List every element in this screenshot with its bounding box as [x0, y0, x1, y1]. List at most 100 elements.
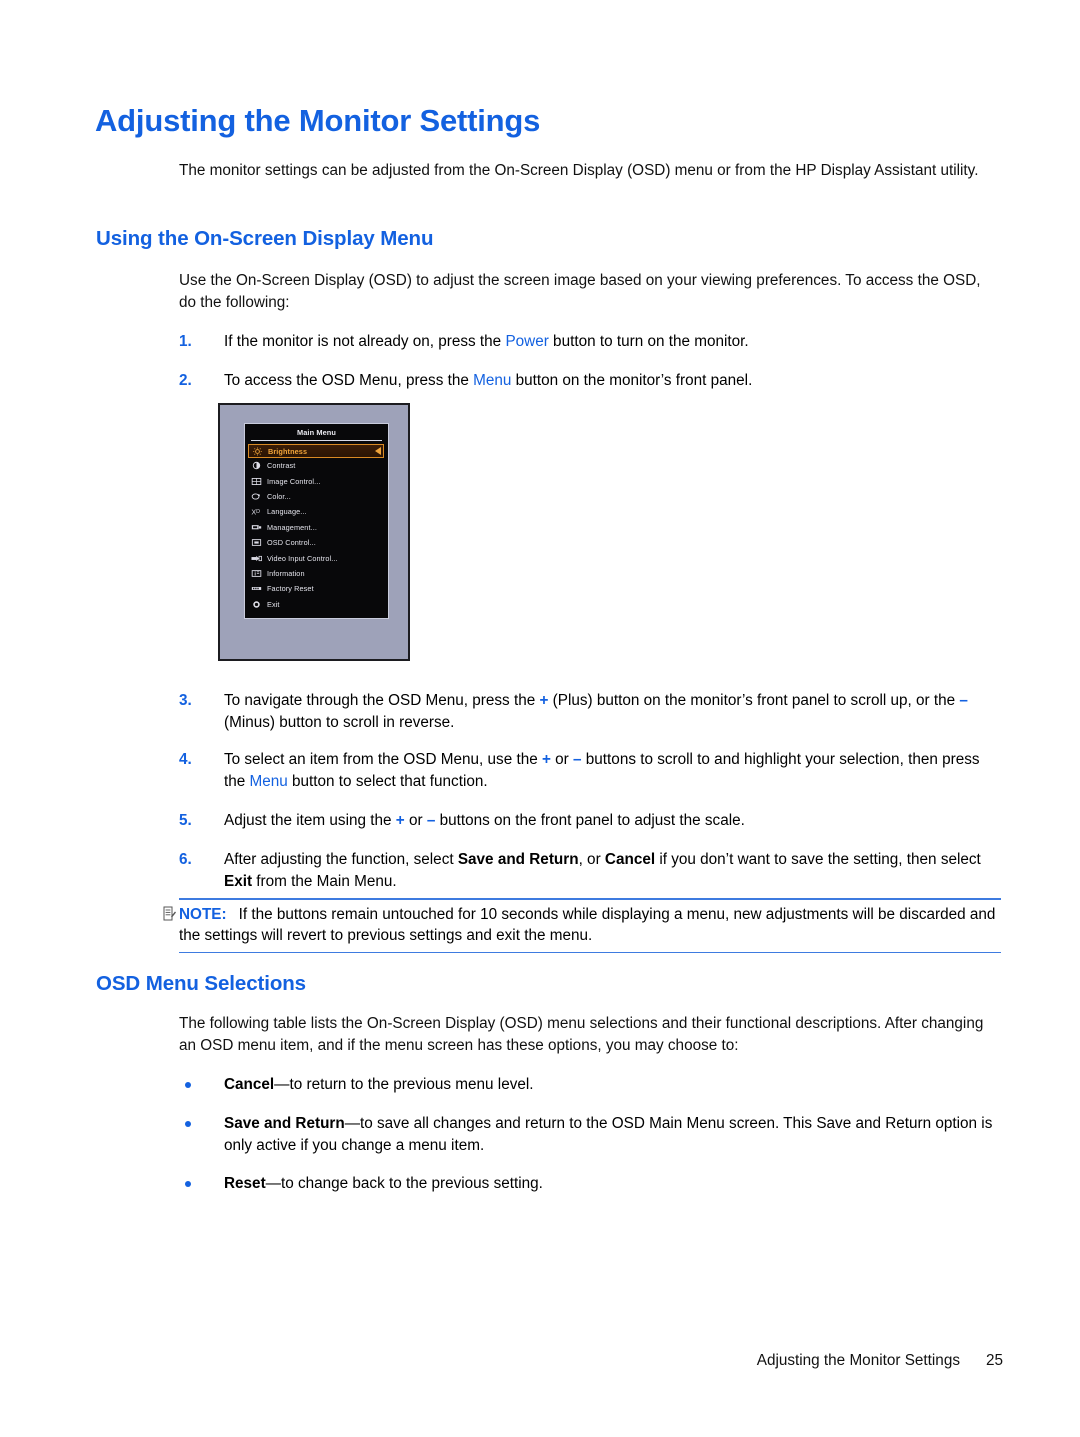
video-input-icon: [251, 555, 262, 561]
osd-menu-title: Main Menu: [296, 428, 337, 437]
osd-item-osd-control[interactable]: OSD Control...: [245, 535, 388, 550]
step-2: 2. To access the OSD Menu, press the Men…: [179, 370, 1003, 392]
step-3-text: To navigate through the OSD Menu, press …: [224, 690, 1003, 733]
osd-item-video-input-control[interactable]: Video Input Control...: [245, 550, 388, 565]
document-page: Adjusting the Monitor Settings The monit…: [0, 0, 1080, 1437]
step-1-text-after: button to turn on the monitor.: [548, 333, 749, 350]
menu-link[interactable]: Menu: [250, 773, 288, 790]
intro-paragraph: The monitor settings can be adjusted fro…: [179, 162, 979, 179]
color-icon: [251, 493, 260, 500]
osd-screen: Main Menu Brightness Contrast Image Cont…: [244, 423, 389, 619]
exit-icon: [253, 600, 260, 608]
left-arrow-icon: [375, 447, 381, 455]
footer-chapter: Adjusting the Monitor Settings: [756, 1352, 960, 1369]
step-4-part1: To select an item from the OSD Menu, use…: [224, 751, 542, 768]
bullet-cancel: Cancel—to return to the previous menu le…: [179, 1074, 1003, 1096]
osd-item-label: Factory Reset: [267, 584, 314, 594]
step-3-number: 3.: [179, 692, 192, 709]
step-3-part1: To navigate through the OSD Menu, press …: [224, 692, 540, 709]
step-4-number: 4.: [179, 751, 192, 768]
step-3-part2: (Plus) button on the monitor’s front pan…: [548, 692, 960, 709]
osd-item-label: OSD Control...: [267, 538, 316, 548]
bullet-term: Save and Return: [224, 1115, 345, 1132]
step-6-part3: if you don’t want to save the setting, t…: [655, 851, 981, 868]
language-icon: XD: [251, 508, 260, 517]
osd-item-information[interactable]: i Information: [245, 566, 388, 581]
management-icon: [251, 524, 262, 530]
osd-item-brightness[interactable]: Brightness: [248, 444, 384, 458]
step-5-part1: Adjust the item using the: [224, 812, 396, 829]
note-bottom-rule: [179, 951, 1001, 954]
bullet-text: Cancel—to return to the previous menu le…: [224, 1074, 1003, 1096]
step-6-number: 6.: [179, 851, 192, 868]
note-body: NOTE: If the buttons remain untouched for…: [179, 900, 1001, 952]
osd-title-divider: [251, 440, 382, 441]
osd-item-contrast[interactable]: Contrast: [245, 458, 388, 473]
bullet-dot-icon: [185, 1121, 191, 1127]
step-5-part3: buttons on the front panel to adjust the…: [435, 812, 745, 829]
plus-symbol: +: [541, 751, 551, 768]
selections-intro-paragraph: The following table lists the On-Screen …: [179, 1015, 984, 1054]
step-6-part1: After adjusting the function, select: [224, 851, 458, 868]
power-link[interactable]: Power: [505, 333, 548, 350]
minus-symbol: –: [959, 692, 968, 709]
osd-intro-paragraph: Use the On-Screen Display (OSD) to adjus…: [179, 272, 981, 311]
bullet-text: Save and Return—to save all changes and …: [224, 1113, 1003, 1156]
bullet-dot-icon: [185, 1181, 191, 1187]
osd-control-icon: [251, 539, 262, 546]
brightness-icon: [253, 447, 262, 455]
step-3-part3: (Minus) button to scroll in reverse.: [224, 713, 455, 731]
step-2-text-before: To access the OSD Menu, press the: [224, 372, 474, 389]
step-6-text: After adjusting the function, select Sav…: [224, 849, 1003, 892]
step-5-part2: or: [404, 812, 427, 829]
step-5-number: 5.: [179, 812, 192, 829]
step-2-text: To access the OSD Menu, press the Menu b…: [224, 370, 1003, 392]
osd-item-label: Exit: [267, 599, 280, 609]
plus-symbol: +: [395, 812, 405, 829]
step-1: 1. If the monitor is not already on, pre…: [179, 331, 1003, 353]
svg-text:D: D: [256, 509, 260, 515]
osd-item-factory-reset[interactable]: Factory Reset: [245, 581, 388, 596]
step-6-part4: from the Main Menu.: [252, 872, 397, 890]
bullet-term: Cancel: [224, 1076, 275, 1093]
exit-term: Exit: [224, 872, 253, 890]
step-6-part2: , or: [578, 851, 605, 868]
step-6: 6. After adjusting the function, select …: [179, 849, 1003, 892]
step-4-part2: or: [550, 751, 574, 768]
bullet-term: Reset: [224, 1175, 266, 1192]
osd-item-color[interactable]: Color...: [245, 489, 388, 504]
osd-item-management[interactable]: Management...: [245, 520, 388, 535]
step-4-text: To select an item from the OSD Menu, use…: [224, 749, 1003, 792]
osd-item-label: Color...: [267, 491, 291, 501]
osd-item-label: Language...: [267, 507, 307, 517]
osd-item-label: Video Input Control...: [267, 553, 338, 563]
step-2-number: 2.: [179, 372, 192, 389]
cancel-term: Cancel: [604, 851, 656, 868]
menu-link[interactable]: Menu: [473, 372, 511, 389]
osd-item-exit[interactable]: Exit: [245, 597, 388, 612]
note-icon: [163, 906, 176, 921]
osd-item-label: Management...: [267, 522, 317, 532]
note-keyword: NOTE:: [179, 905, 227, 923]
page-footer: Adjusting the Monitor Settings 25: [0, 1352, 1003, 1370]
contrast-icon: [252, 461, 261, 470]
footer-page-number: 25: [985, 1352, 1003, 1369]
image-control-icon: [251, 477, 262, 485]
bullet-reset: Reset—to change back to the previous set…: [179, 1173, 1003, 1195]
bullet-text: Reset—to change back to the previous set…: [224, 1173, 1003, 1195]
section-heading-selections: OSD Menu Selections: [96, 972, 306, 995]
minus-symbol: –: [573, 751, 582, 768]
osd-item-label: Brightness: [268, 446, 308, 456]
information-icon: i: [251, 570, 262, 577]
section-heading-osd: Using the On-Screen Display Menu: [96, 227, 434, 250]
osd-item-language[interactable]: XD Language...: [245, 504, 388, 519]
osd-menu-figure: Main Menu Brightness Contrast Image Cont…: [218, 403, 410, 661]
step-3: 3. To navigate through the OSD Menu, pre…: [179, 690, 1003, 733]
page-title: Adjusting the Monitor Settings: [95, 103, 541, 138]
step-5: 5. Adjust the item using the + or – butt…: [179, 810, 1003, 832]
factory-reset-icon: [251, 587, 262, 591]
step-4-part4: button to select that function.: [287, 772, 488, 790]
osd-item-image-control[interactable]: Image Control...: [245, 473, 388, 488]
bullet-dot-icon: [185, 1082, 191, 1088]
step-4: 4. To select an item from the OSD Menu, …: [179, 749, 1003, 792]
